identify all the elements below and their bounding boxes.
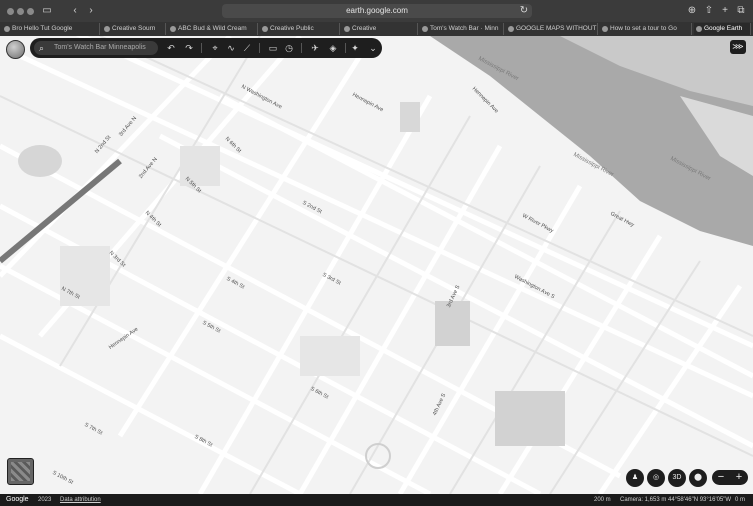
imagery-year: 2023	[38, 497, 52, 503]
zoom-in-button[interactable]: +	[730, 470, 748, 485]
address-bar[interactable]: earth.google.com	[222, 4, 532, 18]
elevation-readout: 0 m	[735, 497, 746, 503]
tab-strip: Bro Hello Tut Google Creative Sourn ABC …	[0, 22, 753, 36]
sparkle-icon[interactable]: ✦	[348, 41, 362, 55]
place-icon[interactable]: ⌖	[208, 41, 222, 55]
browser-tab[interactable]: Tom's Watch Bar · Minn	[420, 23, 504, 35]
3d-toggle-button[interactable]: 3D	[668, 469, 686, 487]
browser-tab[interactable]: ABC Bud & Wild Cream	[168, 23, 258, 35]
building	[435, 301, 470, 346]
layers-icon[interactable]: ◈	[326, 41, 340, 55]
overflow-icon[interactable]: ⋙	[730, 40, 746, 54]
zoom-out-button[interactable]: −	[712, 470, 730, 485]
measure-icon[interactable]: ⟋	[240, 41, 254, 55]
browser-tab[interactable]: How to set a tour to Go	[600, 23, 692, 35]
reload-icon[interactable]: ↻	[519, 4, 529, 18]
close-window-button[interactable]	[7, 8, 14, 15]
browser-window: ▭ ‹ › ▢ earth.google.com ↻ ⊕ ⇧ + ⧉ Bro H…	[0, 0, 753, 506]
sidebar-toggle-icon[interactable]: ▭	[40, 4, 54, 18]
back-icon[interactable]: ‹	[70, 4, 80, 18]
undo-icon[interactable]: ↶	[164, 41, 178, 55]
browser-tab[interactable]: Creative Sourn	[102, 23, 166, 35]
minimize-window-button[interactable]	[17, 8, 24, 15]
downloads-icon[interactable]: ⊕	[686, 4, 698, 18]
search-icon: ⌕	[39, 43, 45, 53]
status-bar: Google 2023 Data attribution 200 m Camer…	[0, 494, 753, 506]
browser-tab[interactable]: Creative Public	[260, 23, 340, 35]
favicon-icon	[344, 26, 350, 32]
building	[60, 246, 110, 306]
map-style-thumbnail[interactable]	[7, 458, 34, 485]
browser-titlebar: ▭ ‹ › ▢ earth.google.com ↻ ⊕ ⇧ + ⧉	[0, 0, 753, 22]
chevron-down-icon[interactable]: ⌄	[366, 41, 380, 55]
search-context: Minneapolis	[108, 44, 146, 51]
favicon-icon	[4, 26, 10, 32]
browser-tab[interactable]: Creative	[342, 23, 418, 35]
path-icon[interactable]: ∿	[224, 41, 238, 55]
tab-overview-icon[interactable]: ⧉	[735, 4, 747, 18]
stadium	[18, 145, 62, 177]
favicon-icon	[262, 26, 268, 32]
share-icon[interactable]: ⇧	[703, 4, 715, 18]
toolbar-divider	[259, 43, 260, 53]
attribution-link[interactable]: Data attribution	[60, 494, 101, 506]
location-icon[interactable]: ⬤	[689, 469, 707, 487]
search-query: Tom's Watch Bar	[54, 44, 107, 51]
search-box[interactable]: ⌕ Tom's Watch Bar Minneapolis	[34, 41, 158, 55]
top-toolbar: ⌕ Tom's Watch Bar Minneapolis ↶ ↷ ⌖ ∿ ⟋ …	[30, 38, 382, 58]
park	[495, 391, 565, 446]
favicon-icon	[696, 26, 702, 32]
forward-icon[interactable]: ›	[86, 4, 96, 18]
maximize-window-button[interactable]	[27, 8, 34, 15]
compass-icon[interactable]: ◎	[647, 469, 665, 487]
new-tab-icon[interactable]: +	[719, 4, 731, 18]
redo-icon[interactable]: ↷	[182, 41, 196, 55]
zoom-control: − +	[712, 470, 748, 485]
favicon-icon	[104, 26, 110, 32]
google-logo: Google	[6, 496, 29, 503]
favicon-icon	[422, 26, 428, 32]
favicon-icon	[602, 26, 608, 32]
map-style-preview	[11, 462, 30, 481]
scale-readout: 200 m	[594, 497, 611, 503]
building	[300, 336, 360, 376]
favicon-icon	[170, 26, 176, 32]
coordinates-readout: 44°58'46"N 93°16'05"W	[668, 497, 732, 503]
satellite-icon[interactable]: ✈	[308, 41, 322, 55]
browser-tab[interactable]: GOOGLE MAPS WITHOUT	[506, 23, 598, 35]
camera-readout: Camera: 1,653 m	[620, 497, 667, 503]
slideshow-icon[interactable]: ▭	[266, 41, 280, 55]
toolbar-divider	[345, 43, 346, 53]
map-canvas[interactable]: Mississippi River Mississippi River Miss…	[0, 36, 753, 494]
history-icon[interactable]: ◷	[282, 41, 296, 55]
toolbar-divider	[301, 43, 302, 53]
globe-menu-button[interactable]	[6, 40, 25, 59]
browser-tab[interactable]: Bro Hello Tut Google	[2, 23, 100, 35]
toolbar-divider	[201, 43, 202, 53]
building	[400, 102, 420, 132]
browser-tab-active[interactable]: Google Earth	[694, 23, 751, 35]
favicon-icon	[508, 26, 514, 32]
pegman-icon[interactable]: ♟	[626, 469, 644, 487]
